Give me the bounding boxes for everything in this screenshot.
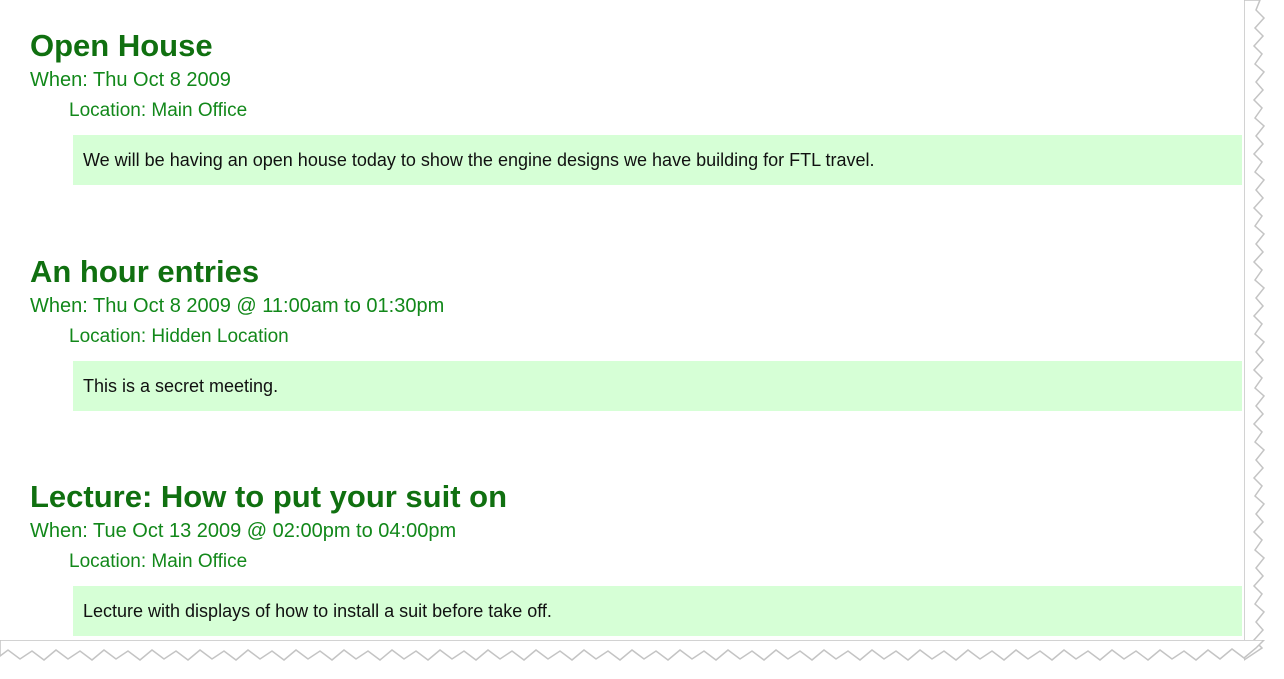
torn-edge-right <box>1244 0 1266 661</box>
event-location: Location: Main Office <box>69 551 248 572</box>
event-description: We will be having an open house today to… <box>73 135 1242 185</box>
event-when: When: Tue Oct 13 2009 @ 02:00pm to 04:00… <box>30 520 457 542</box>
event-title[interactable]: Lecture: How to put your suit on <box>30 479 1242 515</box>
event-location: Location: Hidden Location <box>69 326 289 347</box>
event-entry: Open House When: Thu Oct 8 2009 Location… <box>30 28 1242 185</box>
event-entry: An hour entries When: Thu Oct 8 2009 @ 1… <box>30 254 1242 411</box>
event-when: When: Thu Oct 8 2009 @ 11:00am to 01:30p… <box>30 295 445 317</box>
event-list-page: Open House When: Thu Oct 8 2009 Location… <box>14 10 1264 658</box>
event-location: Location: Main Office <box>69 100 248 121</box>
event-when: When: Thu Oct 8 2009 <box>30 69 231 91</box>
event-entry: Lecture: How to put your suit on When: T… <box>30 479 1242 636</box>
event-description: This is a secret meeting. <box>73 361 1242 411</box>
event-title[interactable]: An hour entries <box>30 254 1242 290</box>
event-description: Lecture with displays of how to install … <box>73 586 1242 636</box>
event-title[interactable]: Open House <box>30 28 1242 64</box>
torn-edge-bottom <box>0 640 1266 661</box>
